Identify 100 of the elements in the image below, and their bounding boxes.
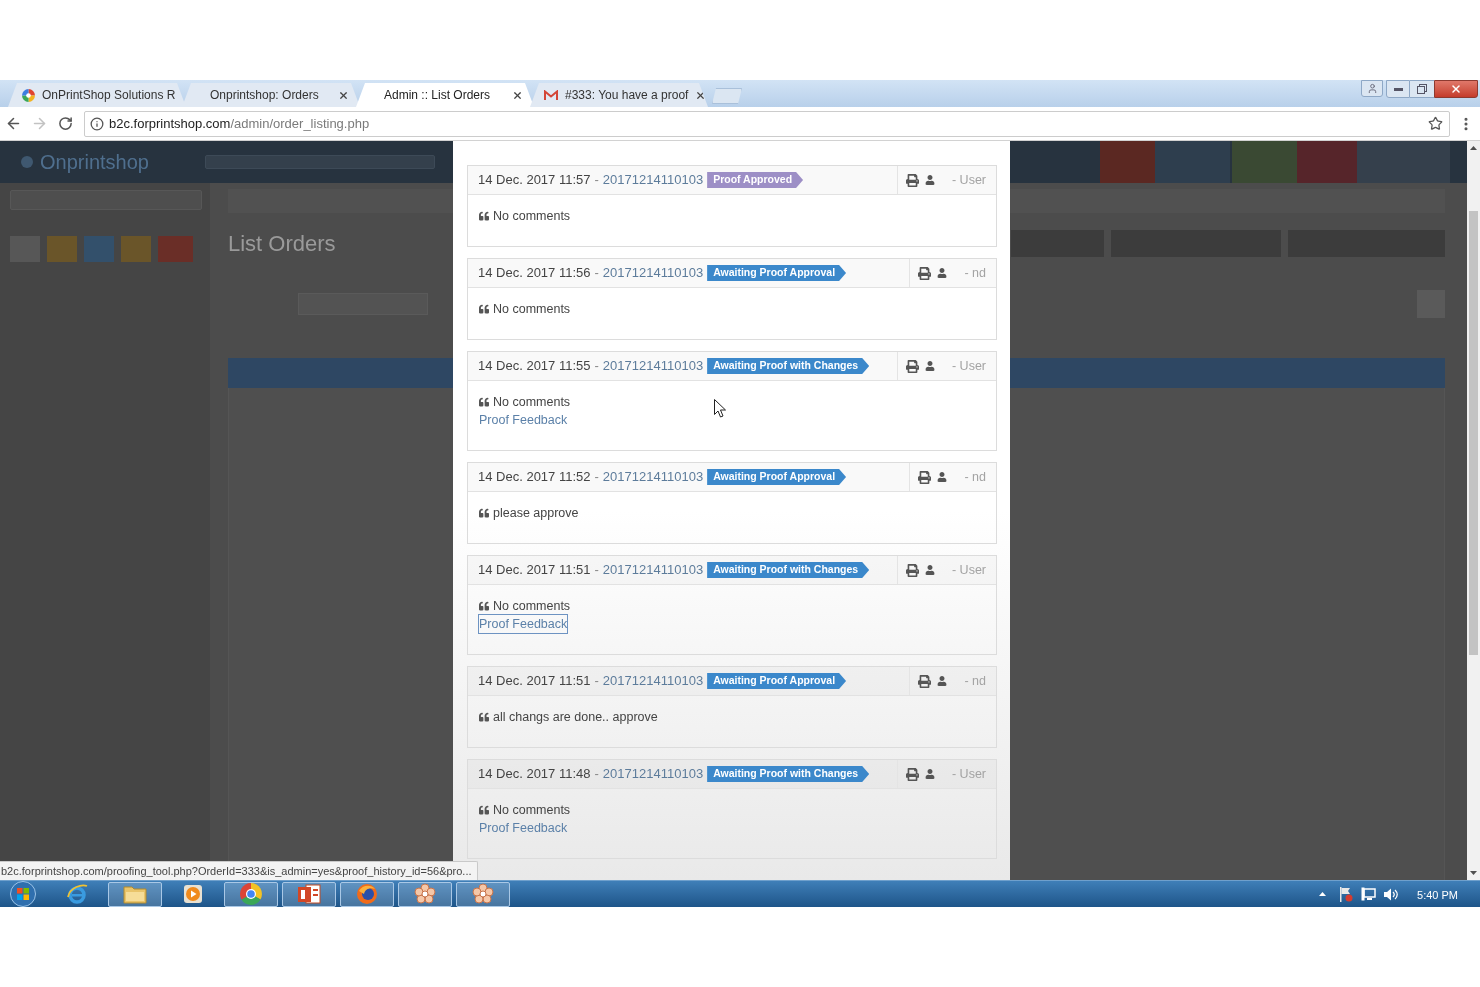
- shortcut-tile: [47, 236, 77, 262]
- author-text: - User: [951, 561, 986, 579]
- taskbar-app-button[interactable]: [398, 881, 452, 907]
- status-badge: Awaiting Proof with Changes: [707, 766, 870, 782]
- scrollbar-thumb[interactable]: [1469, 211, 1478, 655]
- entry-datetime: 14 Dec. 2017 11:51: [478, 672, 591, 691]
- scroll-up-arrow-icon[interactable]: [1470, 146, 1477, 150]
- close-window-button[interactable]: [1434, 80, 1478, 98]
- browser-e-icon: [66, 883, 88, 905]
- quote-icon: [479, 304, 489, 314]
- shortcut-tile: [121, 236, 151, 262]
- tricolor-circle-icon: [240, 883, 262, 905]
- comment-text: No comments: [493, 597, 571, 615]
- browser-tab[interactable]: OnPrintShop Solutions R: [8, 83, 186, 107]
- comment-text: No comments: [493, 393, 571, 411]
- proof-feedback-link[interactable]: Proof Feedback: [479, 615, 568, 633]
- print-icon[interactable]: [918, 266, 932, 280]
- print-icon[interactable]: [905, 173, 919, 187]
- browser-tab[interactable]: #333: You have a proof: [530, 83, 708, 107]
- print-icon[interactable]: [918, 674, 932, 688]
- header-select-field[interactable]: [205, 155, 435, 169]
- author-text: - nd: [964, 468, 986, 486]
- user-icon[interactable]: [937, 472, 948, 482]
- taskbar-app-button[interactable]: [224, 881, 278, 907]
- star-icon[interactable]: [1428, 116, 1443, 131]
- separator-text: -: [594, 672, 599, 691]
- close-icon[interactable]: [512, 89, 523, 101]
- taskbar-app-button[interactable]: [108, 881, 162, 907]
- comment-text: No comments: [493, 207, 571, 225]
- browser-tab[interactable]: Onprintshop: Orders: [182, 83, 360, 107]
- user-icon[interactable]: [937, 268, 948, 278]
- print-icon[interactable]: [918, 470, 932, 484]
- flag-icon[interactable]: [1339, 886, 1354, 902]
- browser-tab[interactable]: Admin :: List Orders: [356, 83, 534, 107]
- header-tile: [1232, 141, 1297, 183]
- minimize-button[interactable]: [1386, 80, 1410, 98]
- network-icon[interactable]: [1361, 887, 1377, 901]
- shortcut-tile: [84, 236, 114, 262]
- entry-datetime: 14 Dec. 2017 11:56: [478, 264, 591, 283]
- logo-text: Onprintshop: [40, 150, 149, 175]
- entry-datetime: 14 Dec. 2017 11:48: [478, 765, 591, 784]
- user-icon[interactable]: [924, 175, 935, 185]
- separator-text: -: [594, 561, 599, 580]
- separator-text: -: [594, 765, 599, 784]
- proof-number: 20171214110103: [602, 171, 704, 190]
- quote-icon: [479, 601, 489, 611]
- print-icon[interactable]: [905, 563, 919, 577]
- header-tile: [1100, 141, 1155, 183]
- entry-datetime: 14 Dec. 2017 11:57: [478, 171, 591, 190]
- restore-icon: [1417, 84, 1427, 94]
- entry-datetime: 14 Dec. 2017 11:51: [478, 561, 591, 580]
- comment-text: all changs are done.. approve: [493, 708, 658, 726]
- user-icon[interactable]: [924, 565, 935, 575]
- status-badge: Awaiting Proof Approval: [707, 469, 847, 485]
- separator-text: -: [594, 468, 599, 487]
- user-icon[interactable]: [924, 361, 935, 371]
- author-text: - User: [951, 765, 986, 783]
- separator-text: -: [594, 171, 599, 190]
- entry-datetime: 14 Dec. 2017 11:55: [478, 357, 591, 376]
- taskbar-app-button[interactable]: [456, 881, 510, 907]
- page-title: List Orders: [228, 230, 336, 258]
- author-text: - User: [951, 171, 986, 189]
- shortcut-tile: [158, 236, 193, 262]
- caret-up-icon[interactable]: [1319, 892, 1327, 896]
- taskbar-app-button[interactable]: [340, 881, 394, 907]
- proof-number: 20171214110103: [602, 264, 704, 283]
- globe-icon: [356, 883, 378, 905]
- clock-time[interactable]: 5:40 PM: [1417, 886, 1458, 904]
- proof-feedback-link[interactable]: Proof Feedback: [479, 411, 568, 429]
- close-icon[interactable]: [695, 89, 707, 101]
- print-icon[interactable]: [905, 767, 919, 781]
- scroll-down-arrow-icon[interactable]: [1470, 871, 1477, 875]
- proof-number: 20171214110103: [602, 561, 704, 580]
- flower-icon: [414, 883, 436, 905]
- close-icon[interactable]: [338, 89, 349, 101]
- user-icon[interactable]: [937, 676, 948, 686]
- windows-logo-icon: [9, 881, 37, 907]
- reload-icon[interactable]: [58, 116, 73, 131]
- speaker-icon[interactable]: [1384, 887, 1400, 901]
- folder-icon: [123, 884, 147, 904]
- status-badge: Awaiting Proof Approval: [707, 265, 847, 281]
- mail-icon: [544, 89, 558, 101]
- user-icon[interactable]: [924, 769, 935, 779]
- author-text: - nd: [964, 672, 986, 690]
- flower-icon: [472, 883, 494, 905]
- proof-number: 20171214110103: [602, 357, 704, 376]
- comment-text: No comments: [493, 801, 571, 819]
- quote-icon: [479, 211, 489, 221]
- proof-feedback-link[interactable]: Proof Feedback: [479, 819, 568, 837]
- address-bar[interactable]: b2c.forprintshop.com/admin/order_listing.php: [84, 110, 1450, 137]
- print-icon[interactable]: [905, 359, 919, 373]
- taskbar-app-button[interactable]: [282, 881, 336, 907]
- status-badge: Proof Approved: [707, 172, 804, 188]
- quote-icon: [479, 805, 489, 815]
- author-text: - User: [951, 357, 986, 375]
- person-icon: [1366, 83, 1378, 94]
- separator-text: -: [594, 264, 599, 283]
- header-tile: [1297, 141, 1357, 183]
- restore-button[interactable]: [1410, 80, 1434, 98]
- play-icon: [183, 884, 203, 904]
